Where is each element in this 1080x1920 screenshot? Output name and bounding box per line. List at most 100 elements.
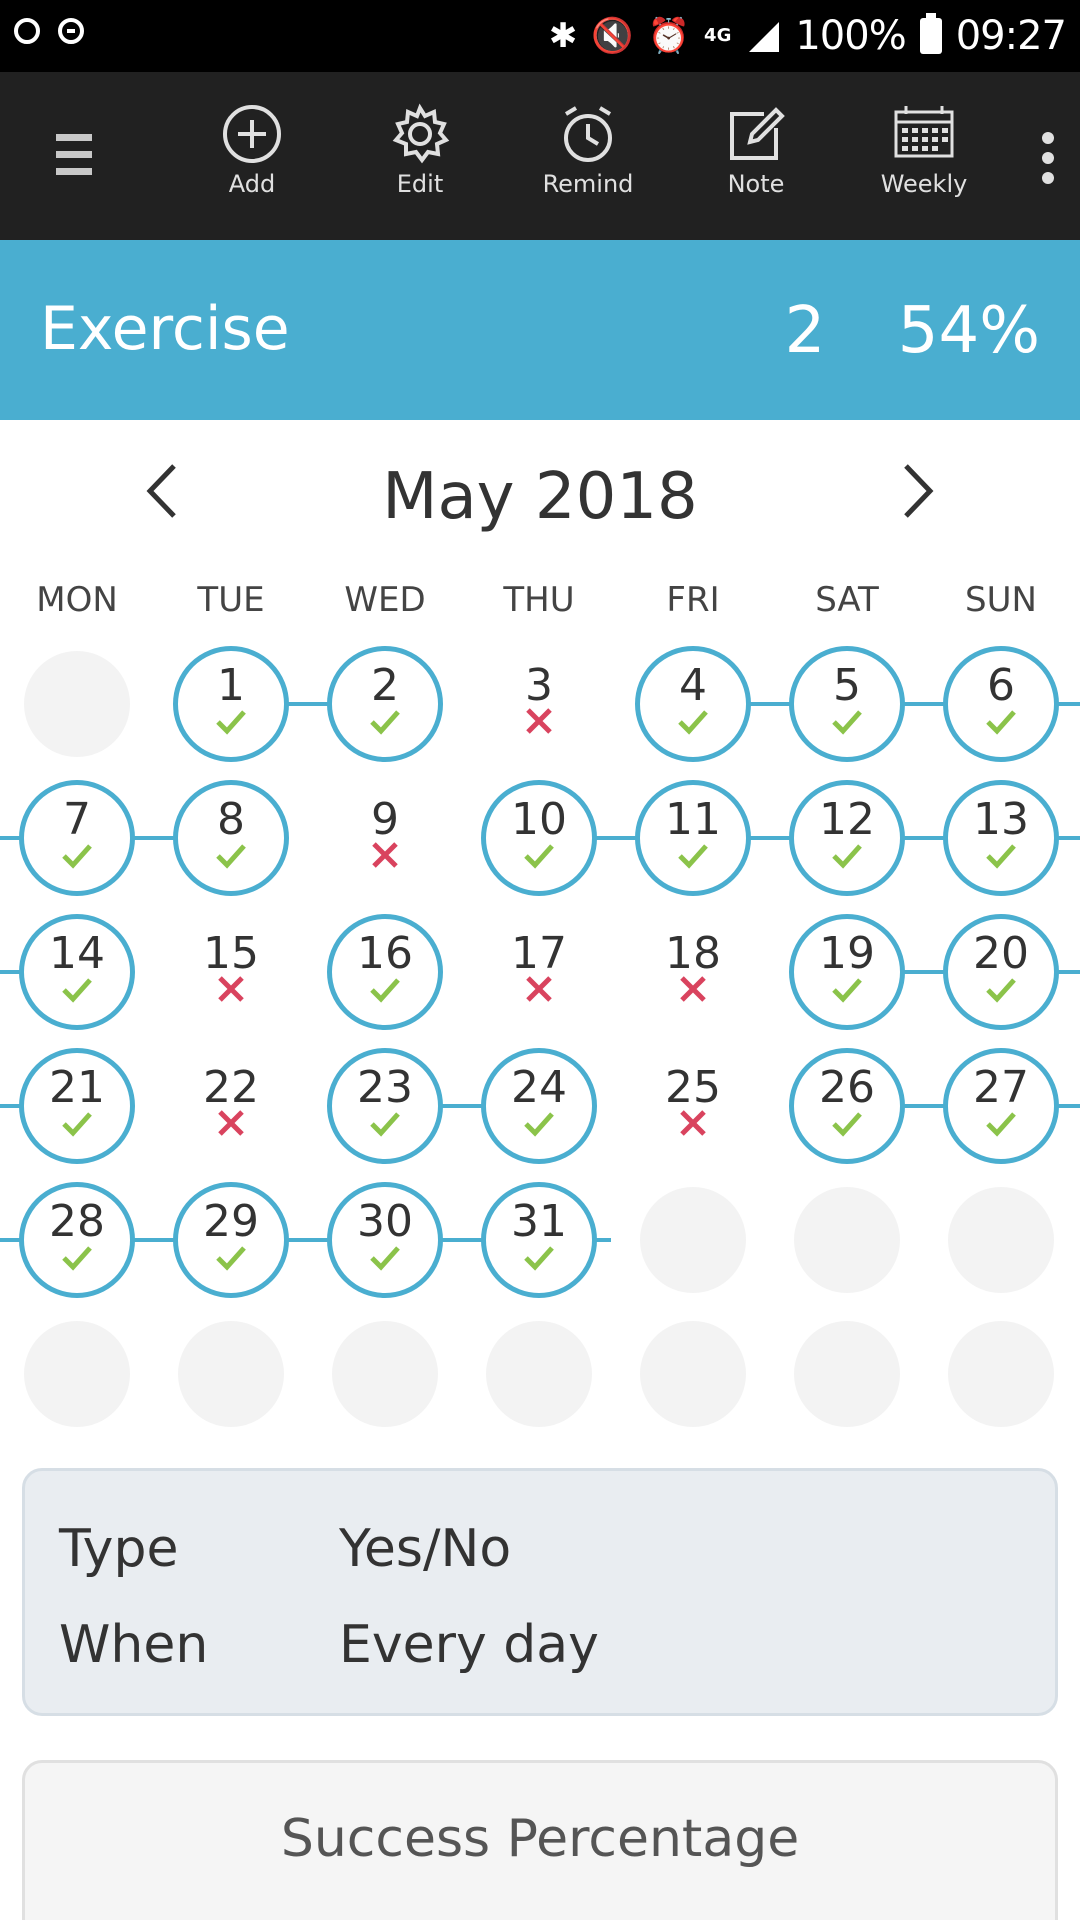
day-cell-10[interactable]: 10 xyxy=(481,780,597,896)
day-cell-30[interactable]: 30 xyxy=(327,1182,443,1298)
day-number: 13 xyxy=(973,794,1029,845)
day-cell-18[interactable]: 18 xyxy=(635,914,751,1030)
day-cell-4[interactable]: 4 xyxy=(635,646,751,762)
weekly-button[interactable]: Weekly xyxy=(854,102,994,212)
weekday-sun: SUN xyxy=(965,580,1037,620)
check-icon xyxy=(216,1246,246,1271)
day-cell-8[interactable]: 8 xyxy=(173,780,289,896)
day-cell-6[interactable]: 6 xyxy=(943,646,1059,762)
day-cell-31[interactable]: 31 xyxy=(481,1182,597,1298)
menu-icon[interactable] xyxy=(56,134,92,178)
empty-day-cell[interactable] xyxy=(794,1187,900,1293)
check-icon xyxy=(678,710,708,735)
gear-icon xyxy=(392,103,450,164)
day-number: 14 xyxy=(49,928,105,979)
check-icon xyxy=(370,710,400,735)
day-cell-22[interactable]: 22 xyxy=(173,1048,289,1164)
signal-icon xyxy=(749,22,780,52)
day-number: 6 xyxy=(987,660,1015,711)
empty-day-cell[interactable] xyxy=(486,1321,592,1427)
remind-button[interactable]: Remind xyxy=(518,102,658,212)
day-number: 20 xyxy=(973,928,1029,979)
day-number: 26 xyxy=(819,1062,875,1113)
status-bar: ✱ 🔇 ⏰ 4G 100% 09:27 xyxy=(0,0,1080,72)
weekday-sat: SAT xyxy=(815,580,879,620)
empty-day-cell[interactable] xyxy=(948,1187,1054,1293)
check-icon xyxy=(216,844,246,869)
day-cell-15[interactable]: 15 xyxy=(173,914,289,1030)
weekday-mon: MON xyxy=(36,580,118,620)
check-icon xyxy=(62,978,92,1003)
day-number: 8 xyxy=(217,794,245,845)
add-button[interactable]: Add xyxy=(182,102,322,212)
check-icon xyxy=(832,978,862,1003)
day-cell-17[interactable]: 17 xyxy=(481,914,597,1030)
note-label: Note xyxy=(727,170,785,198)
alarm-clock-icon xyxy=(564,106,612,162)
day-cell-2[interactable]: 2 xyxy=(327,646,443,762)
day-cell-14[interactable]: 14 xyxy=(19,914,135,1030)
weekday-fri: FRI xyxy=(666,580,720,620)
more-options-icon[interactable] xyxy=(1036,132,1060,188)
check-icon xyxy=(62,844,92,869)
empty-day-cell[interactable] xyxy=(640,1321,746,1427)
day-cell-27[interactable]: 27 xyxy=(943,1048,1059,1164)
day-cell-21[interactable]: 21 xyxy=(19,1048,135,1164)
cross-icon xyxy=(526,708,552,734)
day-cell-26[interactable]: 26 xyxy=(789,1048,905,1164)
check-icon xyxy=(986,844,1016,869)
empty-day-cell[interactable] xyxy=(24,1321,130,1427)
day-cell-24[interactable]: 24 xyxy=(481,1048,597,1164)
info-row-type: Type Yes/No xyxy=(59,1519,511,1579)
check-icon xyxy=(986,978,1016,1003)
day-cell-19[interactable]: 19 xyxy=(789,914,905,1030)
network-type: 4G xyxy=(704,25,732,46)
weekday-header: MON TUE WED THU FRI SAT SUN xyxy=(0,580,1080,630)
check-icon xyxy=(986,1112,1016,1137)
weekday-wed: WED xyxy=(344,580,426,620)
battery-icon xyxy=(919,13,942,54)
day-cell-3[interactable]: 3 xyxy=(481,646,597,762)
day-cell-20[interactable]: 20 xyxy=(943,914,1059,1030)
day-cell-25[interactable]: 25 xyxy=(635,1048,751,1164)
day-cell-29[interactable]: 29 xyxy=(173,1182,289,1298)
day-cell-23[interactable]: 23 xyxy=(327,1048,443,1164)
empty-day-cell[interactable] xyxy=(640,1187,746,1293)
day-cell-7[interactable]: 7 xyxy=(19,780,135,896)
day-cell-9[interactable]: 9 xyxy=(327,780,443,896)
day-cell-28[interactable]: 28 xyxy=(19,1182,135,1298)
note-button[interactable]: Note xyxy=(686,102,826,212)
empty-day-cell[interactable] xyxy=(332,1321,438,1427)
empty-day-cell[interactable] xyxy=(948,1321,1054,1427)
next-month-button[interactable] xyxy=(882,456,952,526)
add-circle-icon xyxy=(223,105,281,163)
day-number: 18 xyxy=(665,928,721,979)
day-cell-16[interactable]: 16 xyxy=(327,914,443,1030)
add-label: Add xyxy=(228,170,276,198)
day-cell-5[interactable]: 5 xyxy=(789,646,905,762)
empty-day-cell[interactable] xyxy=(178,1321,284,1427)
day-cell-13[interactable]: 13 xyxy=(943,780,1059,896)
day-number: 28 xyxy=(49,1196,105,1247)
status-right-icons: ✱ 🔇 ⏰ 4G 100% 09:27 xyxy=(549,10,1067,62)
edit-button[interactable]: Edit xyxy=(350,102,490,212)
toolbar: Add Edit Remind Note Weekly xyxy=(0,72,1080,240)
empty-day-cell[interactable] xyxy=(24,651,130,757)
day-cell-11[interactable]: 11 xyxy=(635,780,751,896)
weekday-tue: TUE xyxy=(197,580,265,620)
day-number: 23 xyxy=(357,1062,413,1113)
do-not-disturb-icon xyxy=(58,18,84,44)
day-cell-1[interactable]: 1 xyxy=(173,646,289,762)
day-number: 9 xyxy=(371,794,399,845)
day-number: 16 xyxy=(357,928,413,979)
when-label: When xyxy=(59,1615,209,1675)
cross-icon xyxy=(680,976,706,1002)
empty-day-cell[interactable] xyxy=(794,1321,900,1427)
day-cell-12[interactable]: 12 xyxy=(789,780,905,896)
day-number: 11 xyxy=(665,794,721,845)
habit-header[interactable]: Exercise 2 54% xyxy=(0,240,1080,420)
day-number: 27 xyxy=(973,1062,1029,1113)
check-icon xyxy=(832,844,862,869)
mute-icon: 🔇 xyxy=(591,16,634,56)
calendar-grid-icon xyxy=(894,106,954,158)
